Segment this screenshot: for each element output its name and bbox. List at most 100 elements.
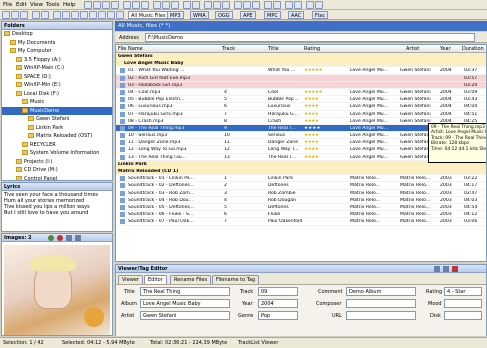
- tag-remove-icon[interactable]: [162, 1, 170, 9]
- tag-icon[interactable]: [153, 1, 161, 9]
- tree-item[interactable]: Control Panel: [2, 175, 112, 180]
- tab-mpc[interactable]: MPC: [264, 11, 281, 19]
- tab-ape[interactable]: APE: [240, 11, 256, 19]
- file-row[interactable]: Soundtrack - 02 - Deftones... 2 Deftones Ma…: [116, 182, 486, 190]
- track-field[interactable]: 09: [258, 287, 298, 296]
- col-duration[interactable]: Duration: [462, 46, 484, 52]
- col-track[interactable]: Track: [222, 46, 235, 52]
- add-image-icon[interactable]: [48, 235, 54, 241]
- tree-item[interactable]: System Volume Information: [2, 149, 112, 158]
- paste-icon[interactable]: [141, 1, 149, 9]
- play-icon[interactable]: [285, 1, 293, 9]
- tab-filename-to-tag[interactable]: Filename to Tag: [212, 275, 260, 284]
- cut-icon[interactable]: [123, 1, 131, 9]
- open-folder-icon[interactable]: [84, 1, 92, 9]
- find-icon[interactable]: [107, 11, 115, 19]
- tab-all-music[interactable]: All Music Files: [128, 11, 169, 19]
- comment-field[interactable]: Demo Album: [346, 287, 416, 296]
- tab-rename-files[interactable]: Rename Files: [170, 275, 212, 284]
- tab-mp3[interactable]: MP3: [167, 11, 184, 19]
- menu-file[interactable]: File: [3, 2, 12, 8]
- case-icon[interactable]: [204, 1, 212, 9]
- tree-item[interactable]: Gwen Stefani: [2, 115, 112, 124]
- col-year[interactable]: Year: [440, 46, 451, 52]
- amazon-icon[interactable]: [243, 1, 251, 9]
- file-row[interactable]: 03 - Hollaback Girl.mp3 03:20: [116, 81, 486, 89]
- tree-item[interactable]: Music: [2, 98, 112, 107]
- prev-image-icon[interactable]: [66, 235, 72, 241]
- title-field[interactable]: The Real Thing: [140, 287, 230, 296]
- menu-edit[interactable]: Edit: [16, 2, 27, 8]
- sort-icon[interactable]: [98, 11, 106, 19]
- tree-item[interactable]: My Documents: [2, 39, 112, 48]
- genre-field[interactable]: Pop: [258, 311, 298, 320]
- tree-item[interactable]: Local Disk (F:): [2, 90, 112, 99]
- remove-image-icon[interactable]: [57, 235, 63, 241]
- tab-viewer[interactable]: Viewer: [118, 275, 143, 284]
- tag-copy-icon[interactable]: [171, 1, 179, 9]
- file-row[interactable]: Soundtrack - 07 - Paul Oak... 7 Paul Oaken…: [116, 218, 486, 226]
- file-row[interactable]: 01 - What You Waiting ... What You ... ★★★…: [116, 67, 486, 75]
- filter-icon[interactable]: [41, 11, 49, 19]
- refresh-icon[interactable]: [102, 1, 110, 9]
- tree-item[interactable]: SPACE (D:): [2, 73, 112, 82]
- up-icon[interactable]: [20, 11, 28, 19]
- tab-flac[interactable]: Flac: [312, 11, 329, 19]
- file-row[interactable]: Soundtrack - 06 - Fluke - S... 6 Fluke Matr…: [116, 211, 486, 219]
- menu-view[interactable]: View: [30, 2, 43, 8]
- tab-editor[interactable]: Editor: [144, 275, 167, 284]
- mood-field[interactable]: [444, 299, 482, 308]
- replace-icon[interactable]: [213, 1, 221, 9]
- tree-item[interactable]: Projects (I:): [2, 158, 112, 167]
- back-icon[interactable]: [2, 11, 10, 19]
- group-header[interactable]: Matrix Reloaded (CD 1): [116, 168, 486, 176]
- file-row[interactable]: 02 - Rich Girl feat Eve.mp3 03:57: [116, 74, 486, 82]
- file-row[interactable]: Soundtrack - 05 - Deftones... 5 Deftones Ma…: [116, 204, 486, 212]
- tab-wma[interactable]: WMA: [190, 11, 209, 19]
- tab-aac[interactable]: AAC: [288, 11, 305, 19]
- url-field[interactable]: [346, 311, 416, 320]
- file-row[interactable]: 05 - Bubble Pop Electri... 5 Bubble Pop ..…: [116, 96, 486, 104]
- col-rating[interactable]: Rating: [304, 46, 320, 52]
- tree-item[interactable]: RECYCLER: [2, 141, 112, 150]
- tree-item[interactable]: CD Drive (M:): [2, 166, 112, 175]
- year-field[interactable]: 2004: [258, 299, 298, 308]
- artwork-icon[interactable]: [264, 1, 272, 9]
- col-title[interactable]: Title: [268, 46, 279, 52]
- freedb-icon[interactable]: [234, 1, 242, 9]
- close-icon[interactable]: [452, 266, 458, 272]
- settings-icon[interactable]: [116, 11, 124, 19]
- tree-item[interactable]: My Computer: [2, 47, 112, 56]
- ungroup-icon[interactable]: [80, 11, 88, 19]
- composer-field[interactable]: [346, 299, 416, 308]
- invert-icon[interactable]: [62, 11, 70, 19]
- number-icon[interactable]: [222, 1, 230, 9]
- forward-icon[interactable]: [11, 11, 19, 19]
- export-icon[interactable]: [192, 1, 200, 9]
- col-filename[interactable]: File Name: [118, 46, 143, 52]
- group-header[interactable]: Gwen Stefani: [116, 53, 486, 61]
- tree-item[interactable]: MusicDemo: [2, 106, 112, 115]
- view-icon[interactable]: [32, 11, 40, 19]
- minimize-icon[interactable]: [434, 266, 440, 272]
- discogs-icon[interactable]: [252, 1, 260, 9]
- file-row[interactable]: 06 - Luxurious.mp3 6 Luxurious ★★★★ Love Ang…: [116, 103, 486, 111]
- disk-field[interactable]: [444, 311, 482, 320]
- tree-item[interactable]: 3.5 Floppy (A:): [2, 56, 112, 65]
- tab-ogg[interactable]: OGG: [215, 11, 233, 19]
- file-row[interactable]: 07 - Harajuku Girls.mp3 7 Harajuku G... ★★★…: [116, 111, 486, 118]
- copy-icon[interactable]: [132, 1, 140, 9]
- undo-icon[interactable]: [111, 1, 119, 9]
- menu-help[interactable]: Help: [63, 2, 76, 8]
- playlist-icon[interactable]: [183, 1, 191, 9]
- tree-item[interactable]: Desktop: [2, 30, 112, 39]
- tree-item[interactable]: Linkin Park: [2, 124, 112, 133]
- file-row[interactable]: Soundtrack - 01 - Linkin Pa... 1 Linkin Pa…: [116, 175, 486, 183]
- album-field[interactable]: Love Angel Music Baby: [140, 299, 230, 308]
- options-icon[interactable]: [306, 1, 314, 9]
- file-row[interactable]: Soundtrack - 03 - Rob Zom... 3 Rob Zombie M…: [116, 190, 486, 197]
- stop-icon[interactable]: [294, 1, 302, 9]
- tree-item[interactable]: WinXP-Main (C:): [2, 64, 112, 73]
- tree-item[interactable]: WinXP-Min (E:): [2, 81, 112, 90]
- maximize-icon[interactable]: [443, 266, 449, 272]
